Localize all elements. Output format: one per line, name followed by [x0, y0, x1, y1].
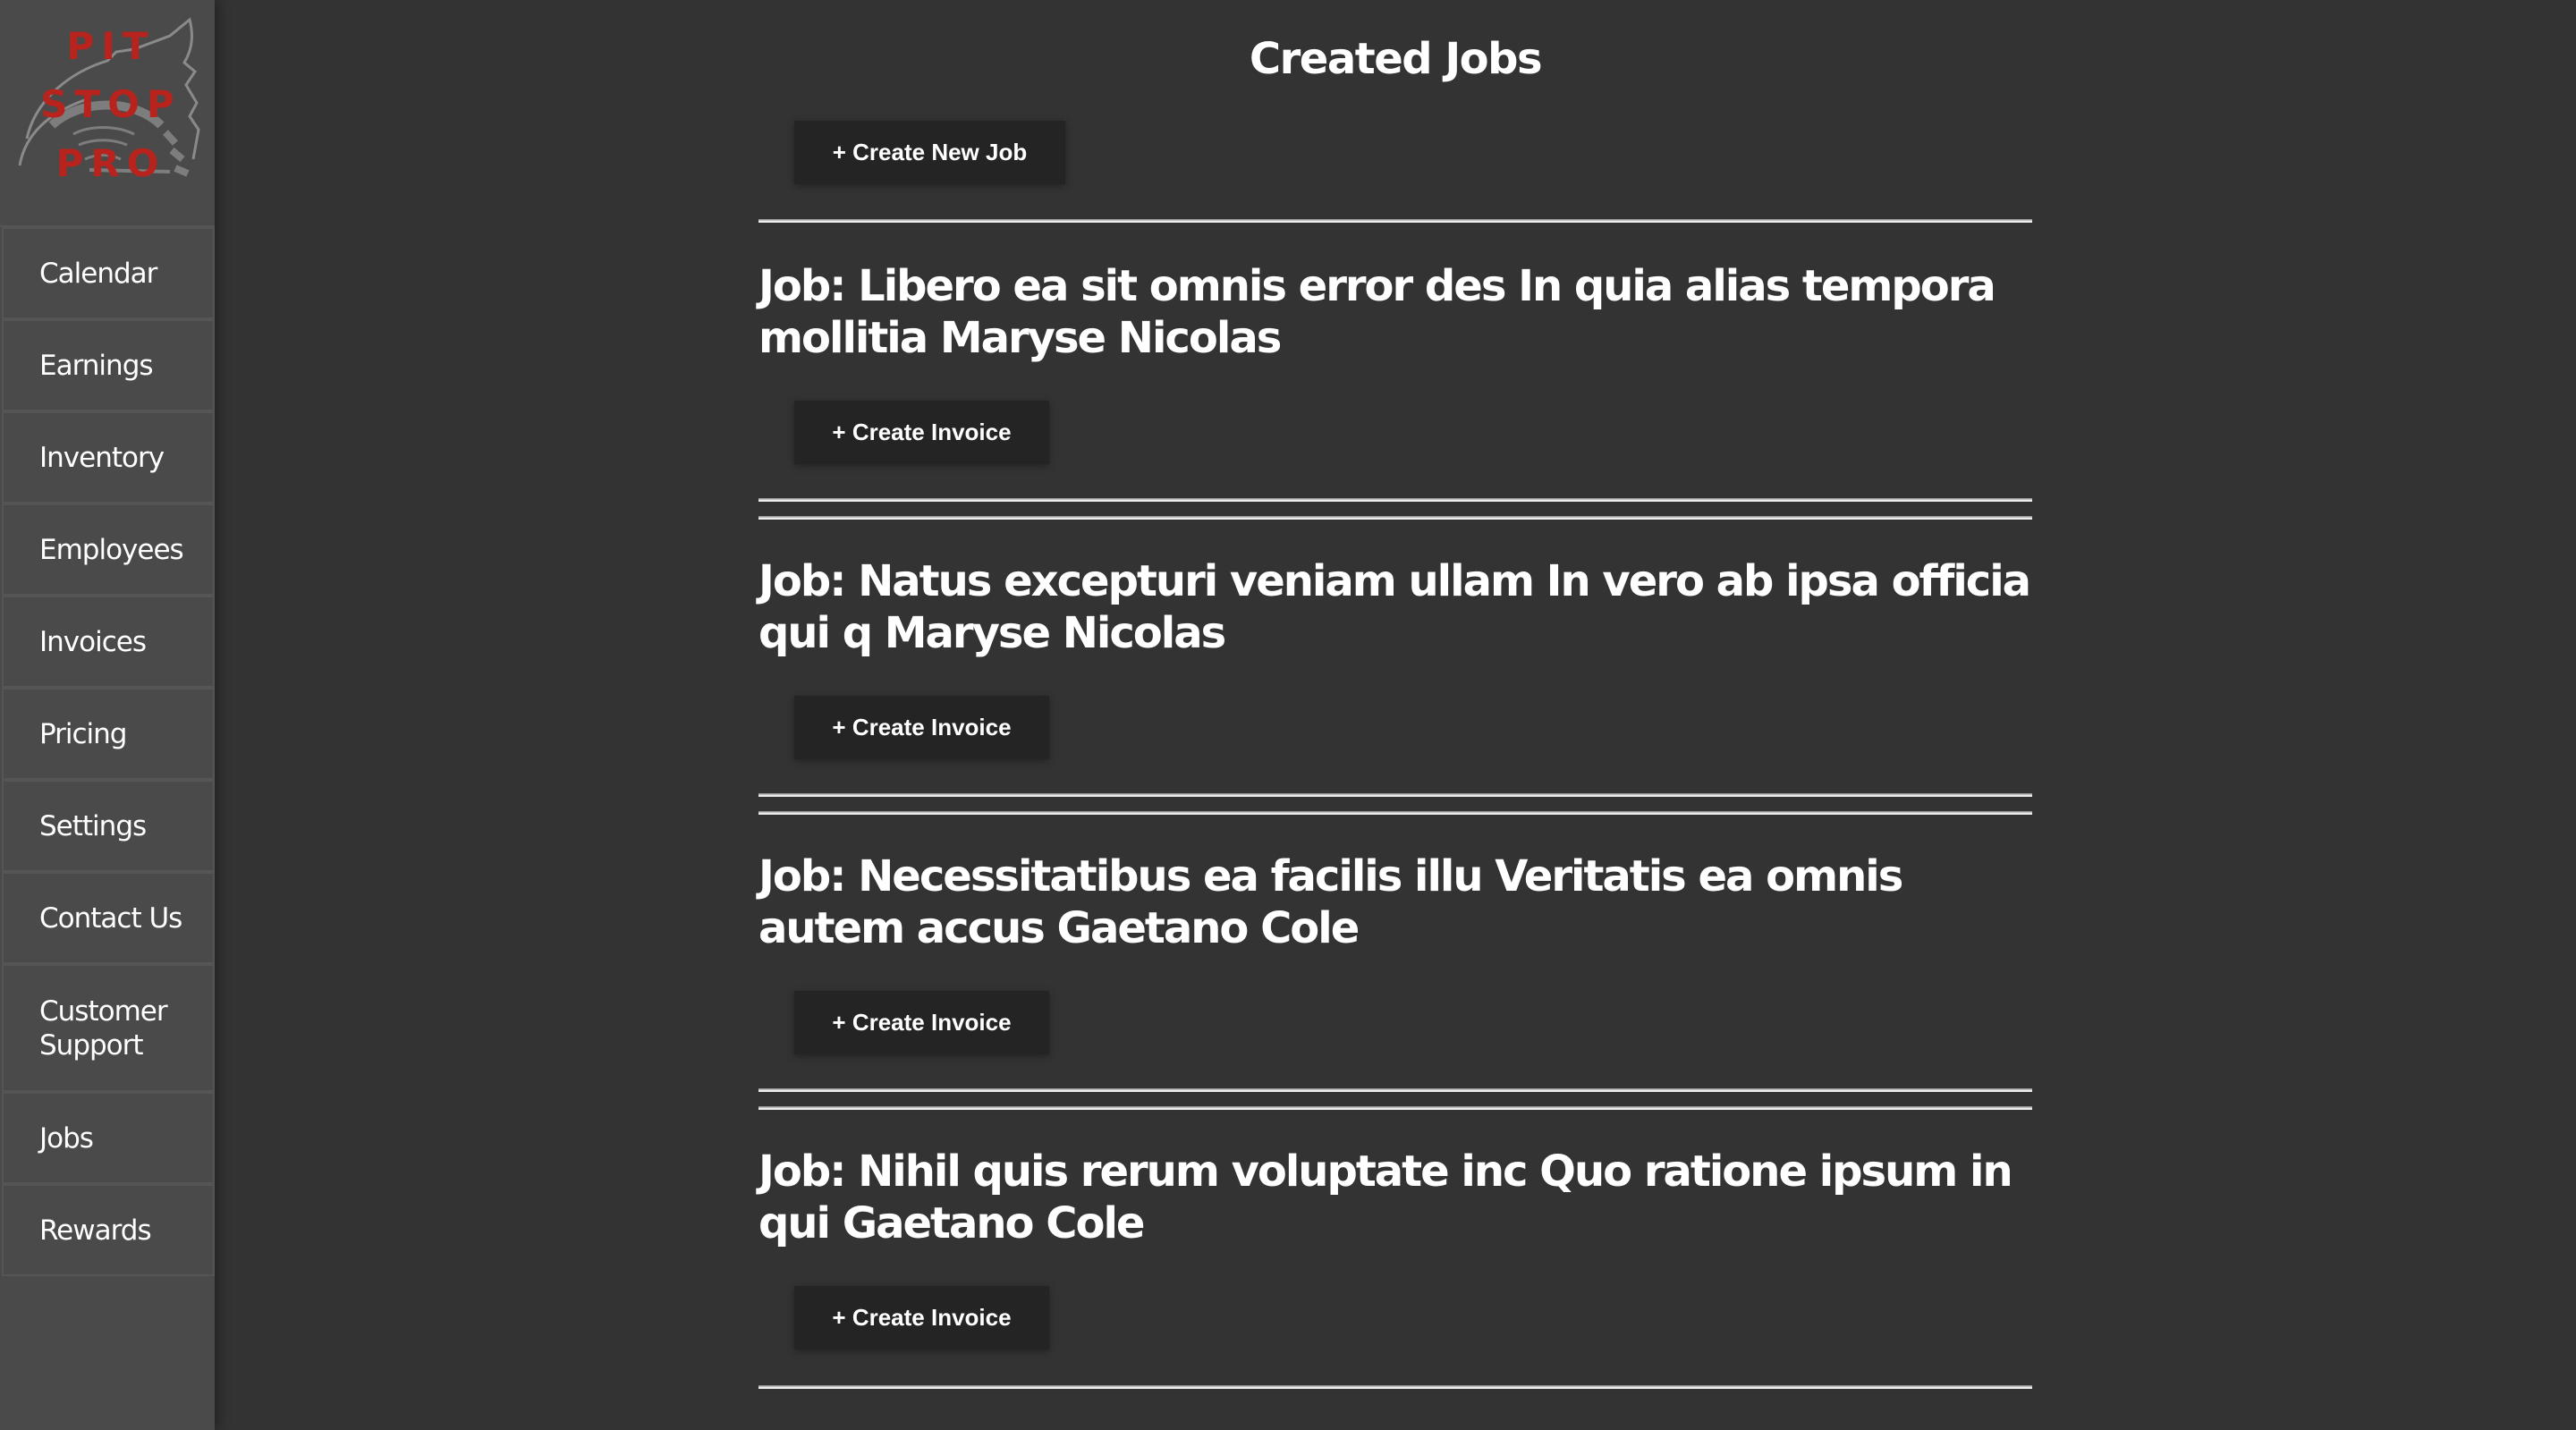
create-invoice-button[interactable]: + Create Invoice: [794, 991, 1049, 1054]
sidebar: PIT STOP PRO Calendar Earnings Inventory…: [0, 0, 215, 1430]
job-title: Job: Necessitatibus ea facilis illu Veri…: [758, 851, 1903, 953]
job-title: Job: Libero ea sit omnis error des In qu…: [758, 261, 1996, 363]
pit-stop-pro-logo[interactable]: PIT STOP PRO: [0, 0, 215, 227]
create-new-job-button[interactable]: + Create New Job: [794, 121, 1065, 184]
logo-graphic-icon: PIT STOP PRO: [18, 17, 200, 185]
divider: [758, 793, 2032, 797]
divider: [758, 1385, 2032, 1389]
job-card: Job: Natus excepturi veniam ullam In ver…: [758, 518, 2032, 813]
job-title: Job: Nihil quis rerum voluptate inc Quo …: [758, 1147, 2013, 1248]
page-title: Created Jobs: [1249, 34, 1543, 84]
create-invoice-button[interactable]: + Create Invoice: [794, 696, 1049, 759]
logo-line-2: STOP: [40, 82, 181, 126]
sidebar-item-customer-support[interactable]: Customer Support: [2, 964, 215, 1092]
sidebar-item-label: Customer Support: [39, 994, 168, 1062]
sidebar-item-earnings[interactable]: Earnings: [2, 319, 215, 411]
sidebar-item-invoices[interactable]: Invoices: [2, 596, 215, 688]
sidebar-item-settings[interactable]: Settings: [2, 780, 215, 872]
create-invoice-button[interactable]: + Create Invoice: [794, 401, 1049, 464]
divider: [758, 498, 2032, 502]
sidebar-item-inventory[interactable]: Inventory: [2, 411, 215, 503]
divider: [758, 1088, 2032, 1092]
sidebar-item-pricing[interactable]: Pricing: [2, 688, 215, 780]
sidebar-item-contact-us[interactable]: Contact Us: [2, 872, 215, 964]
job-title: Job: Natus excepturi veniam ullam In ver…: [758, 556, 2031, 658]
sidebar-item-calendar[interactable]: Calendar: [2, 227, 215, 319]
sidebar-item-jobs[interactable]: Jobs: [2, 1092, 215, 1184]
sidebar-nav: Calendar Earnings Inventory Employees In…: [0, 227, 215, 1276]
job-card: Job: Libero ea sit omnis error des In qu…: [758, 223, 2032, 518]
sidebar-item-rewards[interactable]: Rewards: [2, 1184, 215, 1276]
sidebar-item-employees[interactable]: Employees: [2, 503, 215, 596]
create-invoice-button[interactable]: + Create Invoice: [794, 1286, 1049, 1350]
logo-line-1: PIT: [66, 24, 155, 68]
job-card: Job: Nihil quis rerum voluptate inc Quo …: [758, 1108, 2032, 1403]
job-card: Job: Necessitatibus ea facilis illu Veri…: [758, 813, 2032, 1108]
main-content: Created Jobs + Create New Job Job: Liber…: [758, 0, 2032, 1389]
logo-line-3: PRO: [56, 141, 166, 185]
